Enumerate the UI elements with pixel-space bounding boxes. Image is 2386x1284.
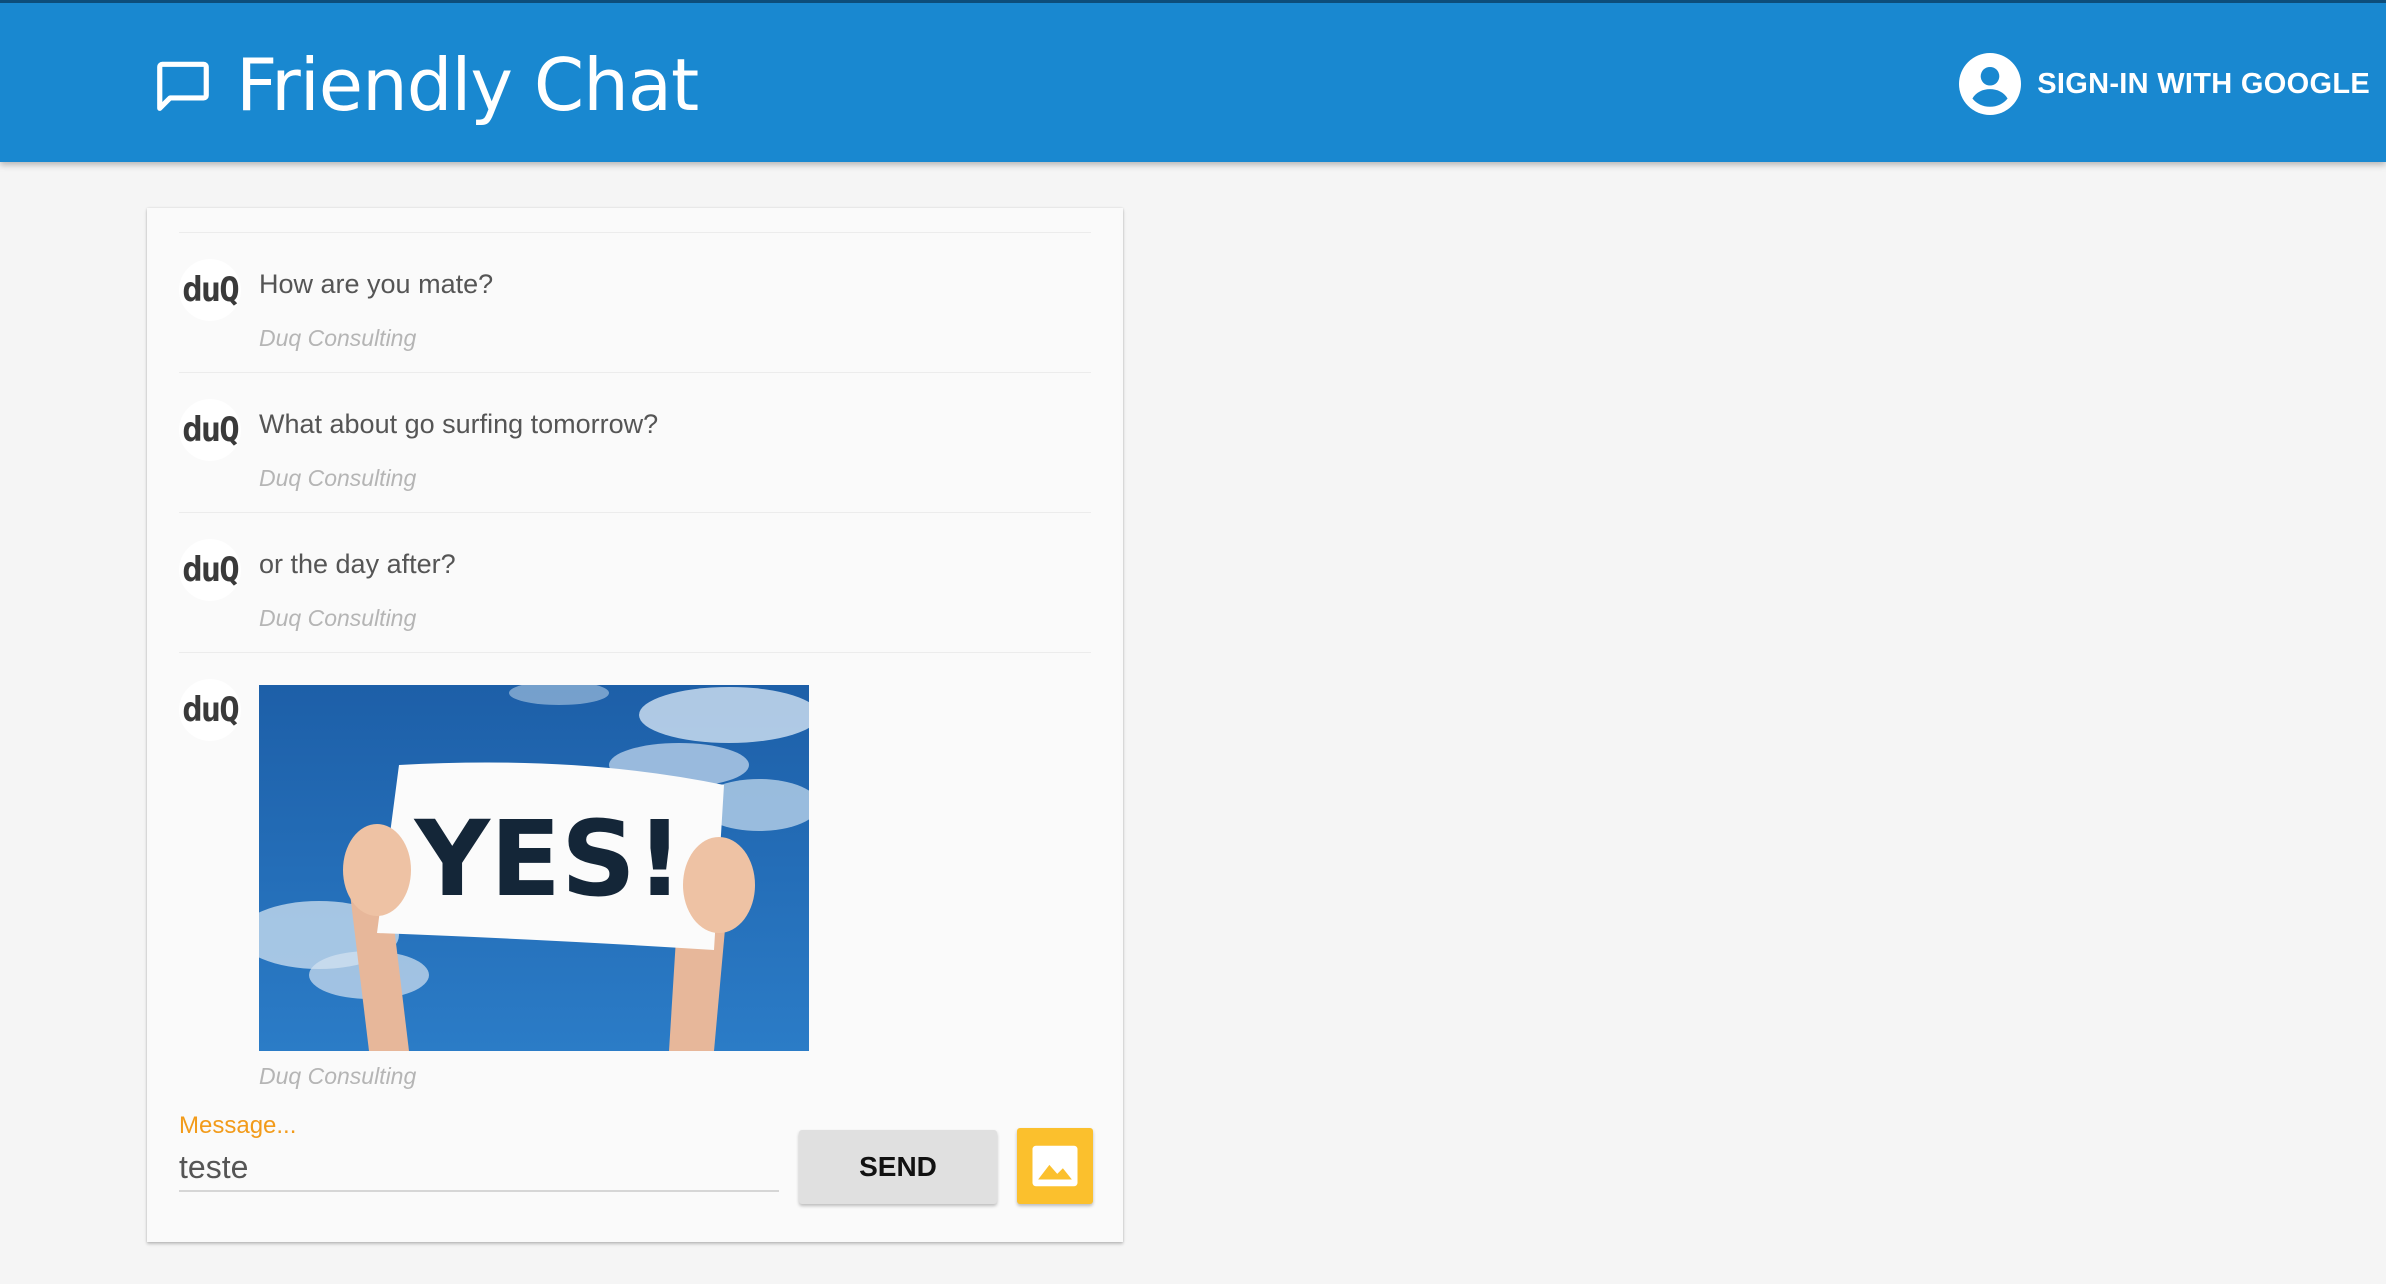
upload-image-button[interactable]	[1017, 1128, 1093, 1204]
message-item: duQ What about go surfing tomorrow? Duq …	[179, 372, 1091, 512]
avatar: duQ	[179, 399, 241, 461]
app-title: Friendly Chat	[236, 43, 699, 127]
yes-sign-photo: YES!	[259, 685, 809, 1051]
sign-text: YES!	[413, 798, 684, 920]
avatar: duQ	[179, 259, 241, 321]
message-author: Duq Consulting	[259, 325, 417, 351]
message-text: What about go surfing tomorrow?	[259, 409, 659, 439]
image-icon	[1032, 1145, 1078, 1187]
send-button[interactable]: SEND	[799, 1130, 997, 1204]
chat-bubble-icon	[157, 61, 209, 111]
message-item: duQ or the day after? Duq Consulting	[179, 512, 1091, 652]
account-circle-icon	[1959, 53, 2022, 115]
message-text: or the day after?	[259, 549, 456, 579]
chat-card: duQ How are you mate? Duq Consulting duQ…	[147, 208, 1123, 1242]
app-header: Friendly Chat SIGN-IN WITH GOOGLE	[0, 0, 2386, 162]
avatar: duQ	[179, 539, 241, 601]
message-author: Duq Consulting	[259, 465, 417, 491]
message-item-image: duQ YES! Duq Consulting	[179, 652, 1091, 1089]
brand: Friendly Chat	[152, 43, 699, 127]
sign-in-label: SIGN-IN WITH GOOGLE	[2037, 67, 2370, 100]
message-input-label: Message...	[179, 1112, 297, 1139]
message-composer: Message... SEND	[179, 1108, 1093, 1218]
message-image[interactable]: YES!	[259, 685, 809, 1051]
message-author: Duq Consulting	[259, 605, 417, 631]
message-author: Duq Consulting	[259, 1063, 417, 1089]
avatar: duQ	[179, 679, 241, 741]
message-item: duQ How are you mate? Duq Consulting	[179, 232, 1091, 372]
message-input[interactable]	[179, 1144, 779, 1192]
sign-in-button[interactable]: SIGN-IN WITH GOOGLE	[1959, 51, 2370, 117]
message-text: How are you mate?	[259, 269, 494, 299]
